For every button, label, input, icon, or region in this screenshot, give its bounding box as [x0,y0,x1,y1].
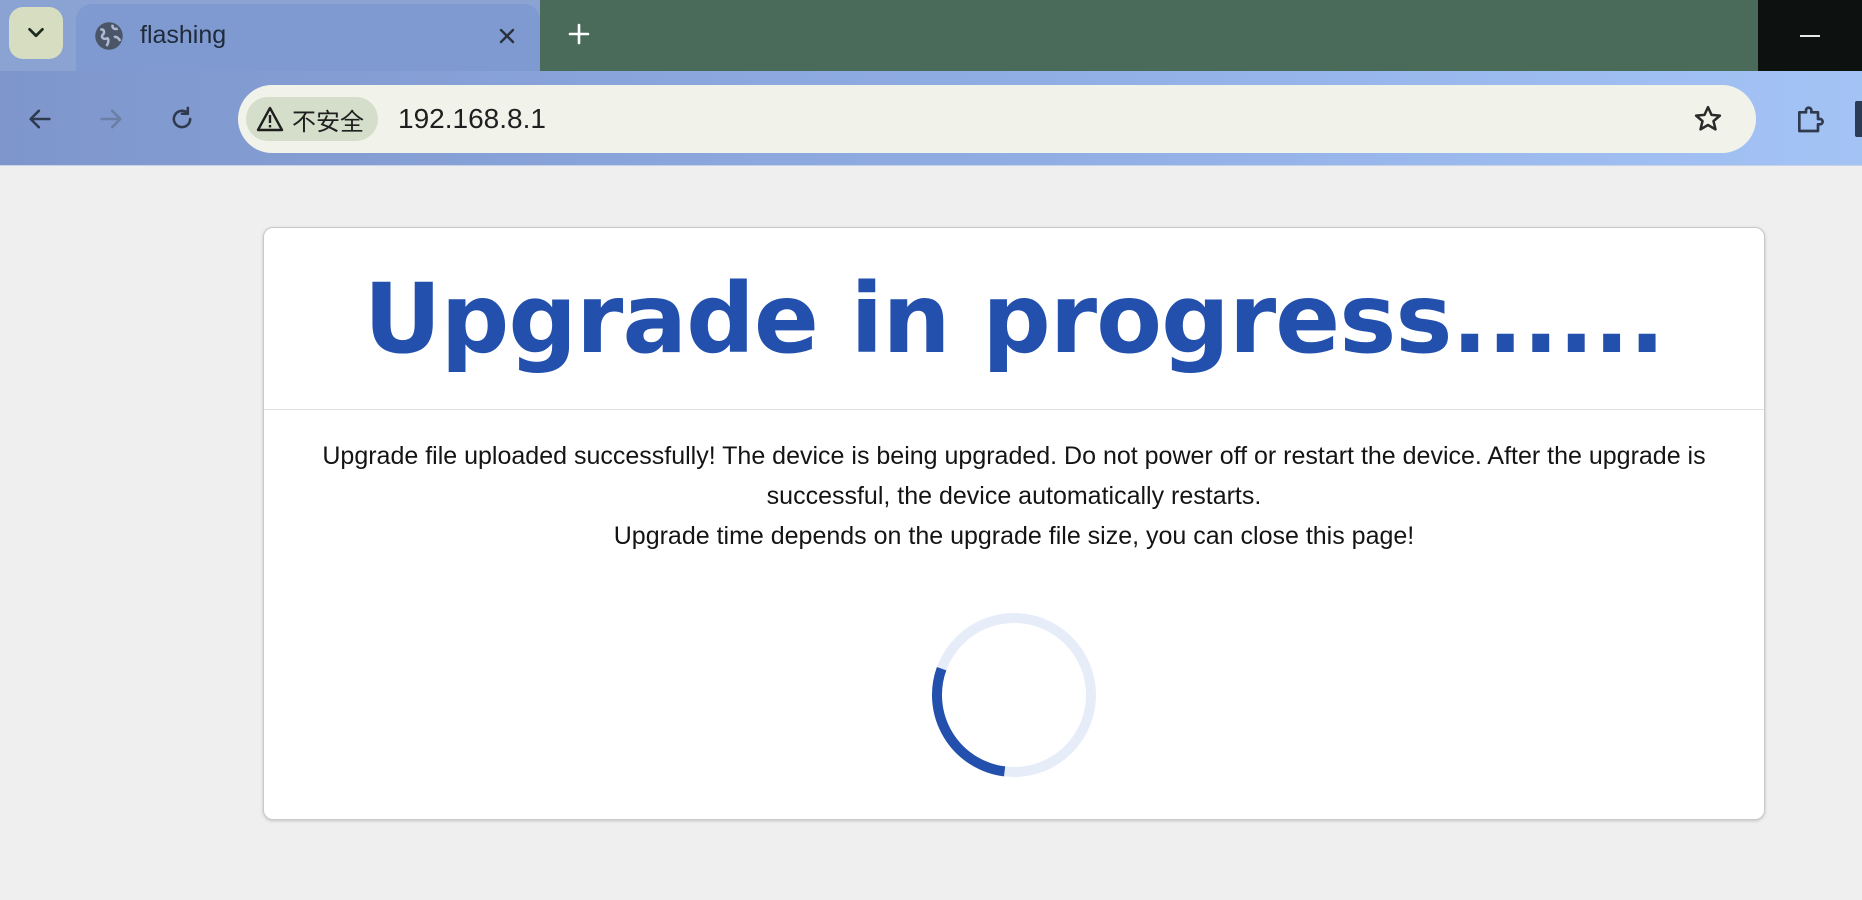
plus-icon [568,23,590,45]
loading-spinner-icon [932,613,1096,777]
new-tab-button[interactable] [564,14,594,54]
warning-triangle-icon [256,106,284,132]
card-header: Upgrade in progress...... [264,228,1764,410]
upgrade-message: Upgrade file uploaded successfully! The … [264,410,1764,556]
globe-icon [95,22,123,50]
arrow-right-icon [100,109,122,129]
arrow-left-icon [29,109,51,129]
tab-flashing[interactable]: flashing [76,4,540,71]
close-icon[interactable] [492,21,522,51]
reload-icon [172,106,192,129]
tab-search-button[interactable] [9,7,63,59]
star-icon [1694,105,1722,131]
message-line-1: Upgrade file uploaded successfully! The … [322,442,1706,510]
security-indicator[interactable]: 不安全 [246,97,378,141]
extensions-button[interactable] [1788,97,1832,141]
puzzle-icon [1798,106,1824,133]
toolbar-edge-button[interactable] [1855,101,1862,137]
tab-strip: flashing [0,0,1862,71]
forward-button[interactable] [89,97,133,141]
minimize-icon [1800,34,1820,37]
back-button[interactable] [18,97,62,141]
chevron-down-icon [28,27,44,38]
message-line-2: Upgrade time depends on the upgrade file… [613,522,1415,550]
url-text[interactable]: 192.168.8.1 [398,103,546,135]
reload-button[interactable] [160,97,204,141]
page-title: Upgrade in progress...... [363,262,1666,375]
tab-title: flashing [140,21,227,49]
bookmark-button[interactable] [1688,99,1728,139]
upgrade-card: Upgrade in progress...... Upgrade file u… [263,227,1765,820]
browser-toolbar: 不安全 192.168.8.1 [0,71,1862,166]
security-label: 不安全 [292,108,364,136]
window-minimize-button[interactable] [1758,0,1862,71]
address-bar[interactable]: 不安全 192.168.8.1 [238,85,1756,153]
